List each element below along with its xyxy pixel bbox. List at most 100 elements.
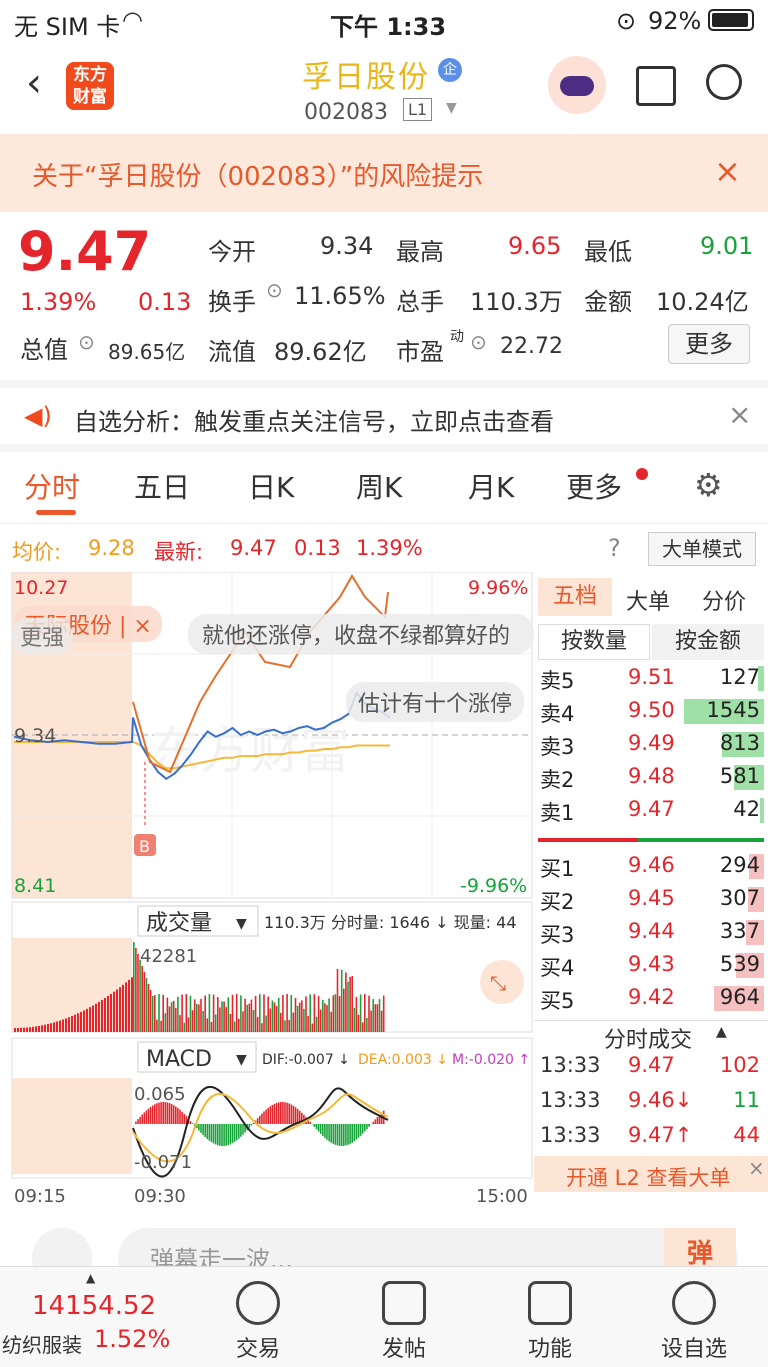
analysis-ad-bar[interactable]: ◀) 自选分析：触发重点关注信号，立即点击查看 × xyxy=(0,380,768,452)
book-row[interactable]: 卖5 9.51 127 xyxy=(534,662,768,695)
macd-bar xyxy=(332,1124,335,1144)
book-level-label: 卖4 xyxy=(540,702,575,726)
book-price: 9.51 xyxy=(628,665,675,689)
turnover-label: 换手 xyxy=(208,288,256,316)
volume-bar xyxy=(298,1002,301,1032)
divider xyxy=(534,1020,768,1021)
comment-bar: 弹幕走一波... 弹 xyxy=(0,1214,768,1288)
intraday-chart-svg[interactable]: 东方财富 B 10.27 9.34 8.41 9.96% -9.96% 成交量 … xyxy=(0,572,534,1214)
volume-bar xyxy=(355,996,358,1032)
volume-bar xyxy=(162,994,164,1032)
book-row[interactable]: 买1 9.46 294 xyxy=(534,850,768,883)
tab-five-day[interactable]: 五日 xyxy=(134,466,190,506)
volume-bar xyxy=(248,1003,251,1032)
book-level-label: 买1 xyxy=(540,857,575,881)
book-subtab-qty[interactable]: 按数量 xyxy=(538,624,650,660)
macd-bar xyxy=(315,1124,318,1130)
macd-bar xyxy=(242,1124,244,1135)
close-icon[interactable]: × xyxy=(714,152,741,190)
volume-bar xyxy=(62,1019,64,1032)
volume-bar xyxy=(254,995,257,1032)
analysis-ad-text[interactable]: 自选分析：触发重点关注信号，立即点击查看 xyxy=(74,402,554,437)
book-row[interactable]: 卖1 9.47 42 xyxy=(534,794,768,827)
chevron-up-icon[interactable]: ▲ xyxy=(86,1271,95,1285)
book-row[interactable]: 卖4 9.50 1545 xyxy=(534,695,768,728)
post-button[interactable]: 发帖 xyxy=(372,1281,436,1363)
help-icon[interactable]: ? xyxy=(608,534,621,562)
volume-bar xyxy=(196,1003,198,1032)
macd-dea: DEA:0.003 ↓ xyxy=(358,1052,448,1068)
info-icon[interactable]: ⊙ xyxy=(266,278,283,302)
danmaku-bubble[interactable]: 估计有十个涨停 xyxy=(346,682,525,722)
l2-promo-text[interactable]: 开通 L2 查看大单 xyxy=(566,1162,730,1192)
info-icon[interactable]: ⊙ xyxy=(470,330,487,354)
chevron-up-icon[interactable]: ▲ xyxy=(716,1024,727,1040)
book-row[interactable]: 买4 9.43 539 xyxy=(534,949,768,982)
book-subtab-amount[interactable]: 按金额 xyxy=(652,624,764,660)
search-icon[interactable] xyxy=(706,64,742,100)
book-tab-price[interactable]: 分价 xyxy=(702,584,746,616)
index-pct[interactable]: 1.52% xyxy=(94,1325,170,1353)
macd-bar xyxy=(156,1103,158,1124)
macd-selector-label[interactable]: MACD xyxy=(146,1047,212,1072)
volume-bar xyxy=(315,1016,318,1032)
volume-bar xyxy=(265,1015,267,1032)
index-name[interactable]: 纺织服装 xyxy=(2,1329,82,1358)
info-icon[interactable]: ⊙ xyxy=(78,330,95,354)
robot-avatar-icon[interactable] xyxy=(548,56,606,114)
book-tab-five[interactable]: 五档 xyxy=(538,578,612,616)
functions-button[interactable]: 功能 xyxy=(518,1281,582,1363)
macd-bar xyxy=(357,1124,360,1138)
back-icon[interactable]: ‹ xyxy=(26,60,42,106)
battery-label: 92% xyxy=(648,7,702,35)
book-row[interactable]: 卖2 9.48 581 xyxy=(534,761,768,794)
tab-monthly-k[interactable]: 月K xyxy=(468,466,514,506)
tick-volume: 102 xyxy=(719,1053,760,1077)
tab-weekly-k[interactable]: 周K xyxy=(356,466,402,506)
tick-volume: 11 xyxy=(733,1088,760,1112)
macd-bar xyxy=(271,1104,274,1124)
volume-bar xyxy=(290,995,293,1032)
tab-intraday[interactable]: 分时 xyxy=(24,466,80,506)
settings-gear-icon[interactable]: ⚙ xyxy=(694,466,723,504)
volume-bar xyxy=(343,988,345,1032)
tab-more[interactable]: 更多 xyxy=(566,466,622,506)
index-value[interactable]: 14154.52 xyxy=(32,1291,156,1321)
close-icon[interactable]: × xyxy=(748,1156,765,1180)
tab-daily-k[interactable]: 日K xyxy=(248,466,294,506)
trade-button[interactable]: 交易 xyxy=(226,1281,290,1363)
add-watchlist-button[interactable]: 设自选 xyxy=(652,1281,736,1363)
book-row[interactable]: 卖3 9.49 813 xyxy=(534,728,768,761)
volume-selector-label[interactable]: 成交量 xyxy=(146,911,212,936)
volume-bar xyxy=(351,976,353,1032)
volume-bar xyxy=(319,1009,322,1032)
volume-bar xyxy=(145,978,148,1032)
book-row[interactable]: 买5 9.42 964 xyxy=(534,982,768,1015)
macd-bar xyxy=(252,1122,255,1124)
macd-bar xyxy=(345,1124,347,1146)
tick-row: 13:33 9.47 102 xyxy=(534,1050,768,1083)
macd-bar xyxy=(208,1124,211,1141)
book-row[interactable]: 买2 9.45 307 xyxy=(534,883,768,916)
more-quote-button[interactable]: 更多 xyxy=(668,324,750,364)
book-tab-big[interactable]: 大单 xyxy=(626,584,670,616)
big-order-mode-button[interactable]: 大单模式 xyxy=(648,532,756,566)
macd-bar xyxy=(259,1115,261,1124)
y-mid-label: 9.34 xyxy=(14,725,56,747)
book-volume: 127 xyxy=(719,665,760,689)
share-icon[interactable] xyxy=(636,66,676,106)
volume-bar xyxy=(166,997,169,1032)
app-logo[interactable]: 东方财富 xyxy=(66,62,114,110)
risk-banner[interactable]: 关于“孚日股份（002083）”的风险提示 × xyxy=(0,134,768,212)
close-icon[interactable]: × xyxy=(728,398,751,431)
y-min-label: 8.41 xyxy=(14,875,56,897)
book-row[interactable]: 买3 9.44 337 xyxy=(534,916,768,949)
danmaku-bubble[interactable]: 更强 xyxy=(12,618,73,654)
volume-bar xyxy=(50,1023,52,1032)
danmaku-bubble[interactable]: 就他还涨停，收盘不绿都算好的 xyxy=(188,614,534,654)
macd-bar xyxy=(227,1124,230,1146)
tick-price: 9.47↑ xyxy=(628,1123,693,1147)
volume-bar xyxy=(301,1000,303,1032)
dropdown-icon[interactable]: ▼ xyxy=(446,100,457,116)
risk-banner-text[interactable]: 关于“孚日股份（002083）”的风险提示 xyxy=(32,156,483,193)
